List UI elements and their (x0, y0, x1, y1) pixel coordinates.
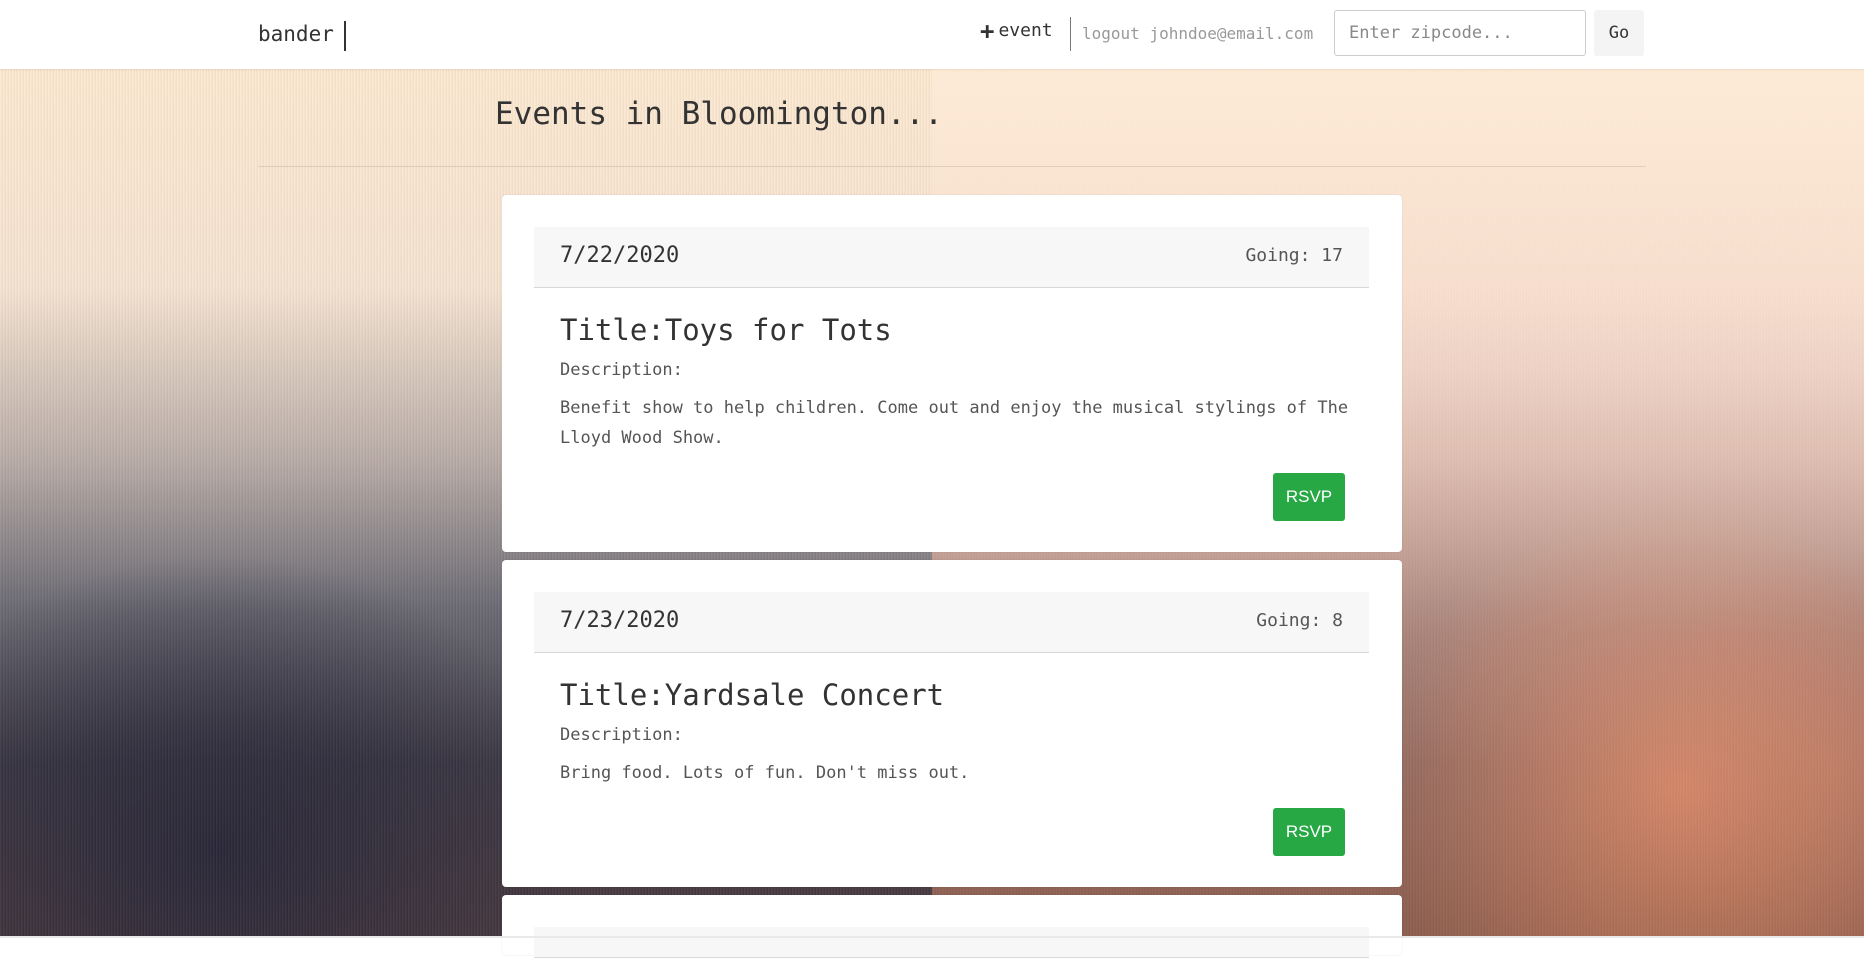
title-divider (258, 166, 1646, 167)
event-card-header (534, 927, 1369, 958)
nav-divider (1070, 17, 1071, 51)
event-going-count: Going: 8 (1256, 610, 1343, 631)
logout-label: logout (1082, 24, 1140, 43)
rsvp-button[interactable]: RSVP (1273, 473, 1345, 521)
event-description-label: Description: (560, 360, 683, 380)
brand-logo[interactable]: bander (258, 21, 346, 51)
event-date: 7/22/2020 (560, 243, 680, 268)
event-title: Title:Toys for Tots (560, 313, 892, 347)
event-date: 7/23/2020 (560, 608, 680, 633)
event-description: Benefit show to help children. Come out … (560, 398, 1349, 448)
zipcode-input[interactable] (1334, 10, 1586, 56)
add-event-label: event (998, 20, 1053, 41)
logout-link[interactable]: logout johndoe@email.com (1082, 24, 1313, 43)
user-email: johndoe@email.com (1149, 24, 1314, 43)
page-title: Events in Bloomington... (495, 96, 943, 132)
event-description: Bring food. Lots of fun. Don't miss out. (560, 763, 970, 783)
event-card: 7/22/2020 Going: 17 Title:Toys for Tots … (502, 195, 1402, 552)
rsvp-button[interactable]: RSVP (1273, 808, 1345, 856)
event-title: Title:Yardsale Concert (560, 678, 945, 712)
go-button[interactable]: Go (1594, 10, 1644, 56)
navbar: bander + event logout johndoe@email.com … (0, 0, 1864, 69)
plus-icon: + (980, 16, 995, 45)
event-description-label: Description: (560, 725, 683, 745)
add-event-button[interactable]: + event (980, 16, 1053, 45)
event-card: 7/23/2020 Going: 8 Title:Yardsale Concer… (502, 560, 1402, 887)
event-going-count: Going: 17 (1245, 245, 1343, 266)
event-card-header: 7/22/2020 Going: 17 (534, 227, 1369, 288)
event-card-header: 7/23/2020 Going: 8 (534, 592, 1369, 653)
event-card (502, 895, 1402, 958)
